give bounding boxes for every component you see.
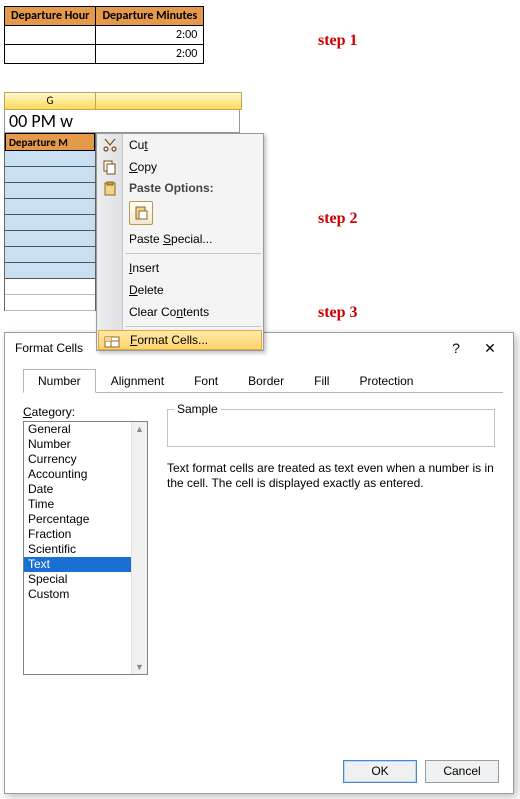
menu-label: Insert <box>129 261 159 275</box>
step-label-2: step 2 <box>318 210 358 228</box>
selected-cell[interactable] <box>5 263 95 279</box>
category-item-scientific[interactable]: Scientific <box>24 542 147 557</box>
column-header-row: G <box>0 92 260 110</box>
selected-cell[interactable] <box>5 247 95 263</box>
category-item-date[interactable]: Date <box>24 482 147 497</box>
tab-strip: NumberAlignmentFontBorderFillProtection <box>23 369 503 393</box>
dialog-close-button[interactable]: ✕ <box>473 336 507 360</box>
scroll-up-icon[interactable]: ▲ <box>135 424 144 434</box>
menu-item-paste-special[interactable]: Paste Special... <box>97 228 263 250</box>
menu-item-copy[interactable]: Copy <box>97 156 263 178</box>
tab-border[interactable]: Border <box>233 369 299 393</box>
menu-label: Format Cells... <box>130 333 208 347</box>
category-item-currency[interactable]: Currency <box>24 452 147 467</box>
menu-header-paste-options: Paste Options: <box>97 178 263 198</box>
cell[interactable] <box>5 45 96 64</box>
selected-column[interactable]: Departure M <box>4 133 96 311</box>
selected-cell[interactable] <box>5 183 95 199</box>
menu-separator <box>125 326 261 327</box>
category-item-custom[interactable]: Custom <box>24 587 147 602</box>
category-item-special[interactable]: Special <box>24 572 147 587</box>
menu-label: Copy <box>129 160 157 174</box>
category-listbox[interactable]: GeneralNumberCurrencyAccountingDateTimeP… <box>23 421 148 675</box>
menu-label: Delete <box>129 283 164 297</box>
category-label: Category: <box>23 405 153 419</box>
step1-table: Departure Hour Departure Minutes 2:00 2:… <box>4 6 204 64</box>
menu-item-delete[interactable]: Delete <box>97 279 263 301</box>
menu-label: Clear Contents <box>129 305 209 319</box>
menu-item-insert[interactable]: Insert <box>97 257 263 279</box>
selected-cell[interactable] <box>5 231 95 247</box>
menu-item-format-cells[interactable]: Format Cells... <box>98 330 262 350</box>
table-row: 2:00 <box>5 45 204 64</box>
tab-font[interactable]: Font <box>179 369 233 393</box>
tab-protection[interactable]: Protection <box>344 369 428 393</box>
format-cells-icon <box>104 334 120 350</box>
sample-box: Sample <box>167 409 495 447</box>
category-item-percentage[interactable]: Percentage <box>24 512 147 527</box>
step-label-3: step 3 <box>318 304 358 322</box>
step-label-1: step 1 <box>318 32 358 50</box>
menu-separator <box>125 253 261 254</box>
step2-area: G 00 PM w Departure M <box>0 92 260 311</box>
tab-alignment[interactable]: Alignment <box>96 369 179 393</box>
category-item-accounting[interactable]: Accounting <box>24 467 147 482</box>
format-description: Text format cells are treated as text ev… <box>167 461 495 491</box>
cell[interactable] <box>5 295 95 311</box>
copy-icon <box>102 159 118 175</box>
cell[interactable] <box>5 279 95 295</box>
step1-header-minutes: Departure Minutes <box>96 7 204 26</box>
format-cells-dialog: Format Cells ? ✕ NumberAlignmentFontBord… <box>4 332 514 794</box>
step1-header-hour: Departure Hour <box>5 7 96 26</box>
cell[interactable]: 2:00 <box>96 45 204 64</box>
scissors-icon <box>102 137 118 153</box>
clipboard-icon <box>102 181 118 197</box>
dialog-button-row: OK Cancel <box>343 760 499 783</box>
dialog-help-button[interactable]: ? <box>439 336 473 360</box>
cell[interactable]: 2:00 <box>96 26 204 45</box>
tab-body-number: Category: GeneralNumberCurrencyAccountin… <box>5 393 513 675</box>
category-item-time[interactable]: Time <box>24 497 147 512</box>
selected-cell[interactable] <box>5 167 95 183</box>
menu-item-cut[interactable]: Cut <box>97 134 263 156</box>
scroll-down-icon[interactable]: ▼ <box>135 662 144 672</box>
cell[interactable] <box>5 26 96 45</box>
paste-options-row <box>97 198 263 228</box>
formula-bar-fragment: 00 PM w <box>4 110 240 133</box>
menu-item-clear-contents[interactable]: Clear Contents <box>97 301 263 323</box>
ok-button[interactable]: OK <box>343 760 417 783</box>
column-header-g[interactable]: G <box>4 92 96 110</box>
table-row: 2:00 <box>5 26 204 45</box>
category-item-general[interactable]: General <box>24 422 147 437</box>
menu-label: Paste Special... <box>129 232 212 246</box>
category-item-text[interactable]: Text <box>24 557 147 572</box>
context-menu: Cut Copy Paste Options: <box>96 133 264 351</box>
category-item-fraction[interactable]: Fraction <box>24 527 147 542</box>
tab-number[interactable]: Number <box>23 369 96 393</box>
tab-fill[interactable]: Fill <box>299 369 344 393</box>
column-header-h[interactable] <box>96 92 242 110</box>
paste-option-default[interactable] <box>129 201 153 225</box>
scrollbar[interactable]: ▲ ▼ <box>131 422 147 674</box>
selected-cell[interactable] <box>5 151 95 167</box>
category-item-number[interactable]: Number <box>24 437 147 452</box>
clipboard-paste-icon <box>133 205 149 221</box>
selected-cell[interactable] <box>5 199 95 215</box>
selected-column-header: Departure M <box>5 133 95 151</box>
sample-label: Sample <box>174 402 221 416</box>
selected-cell[interactable] <box>5 215 95 231</box>
menu-label: Cut <box>129 138 148 152</box>
cancel-button[interactable]: Cancel <box>425 760 499 783</box>
